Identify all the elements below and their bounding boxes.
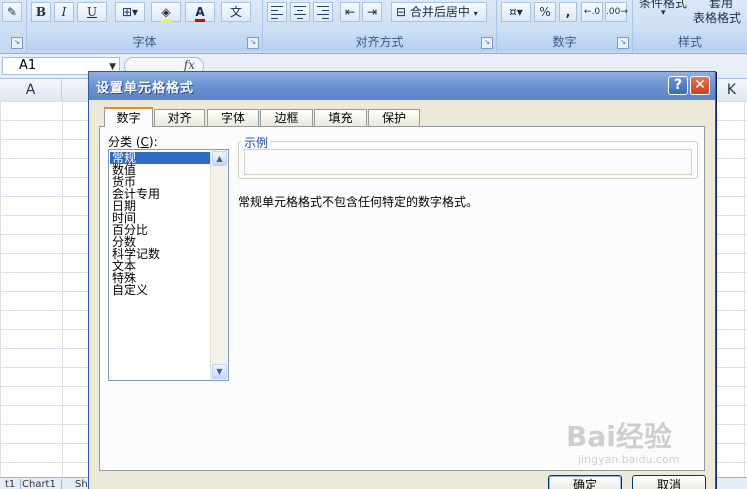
dialog-title: 设置单元格格式 bbox=[96, 81, 195, 96]
close-icon[interactable]: ✕ bbox=[690, 76, 710, 95]
ribbon-group-number: ¤▾ % , ←.0 .00→ 数字 ↘ bbox=[497, 0, 633, 53]
bold-button[interactable]: B bbox=[31, 2, 51, 22]
ribbon-group-alignment: ⇤ ⇥ ⊟ 合并后居中 ▾ 对齐方式 ↘ bbox=[263, 0, 497, 53]
merge-center-button[interactable]: ⊟ 合并后居中 ▾ bbox=[391, 2, 487, 22]
example-preview bbox=[244, 149, 692, 175]
font-launcher-icon[interactable]: ↘ bbox=[247, 37, 259, 49]
decrease-decimal-icon[interactable]: .00→ bbox=[605, 2, 628, 22]
clipboard-launcher-icon[interactable]: ↘ bbox=[11, 37, 23, 49]
tab-border[interactable]: 边框 bbox=[260, 109, 313, 126]
chevron-down-icon[interactable]: ▾ bbox=[661, 8, 666, 18]
category-listbox[interactable]: 常规 数值 货币 会计专用 日期 时间 百分比 分数 科学记数 文本 特殊 自定… bbox=[108, 149, 229, 381]
dialog-titlebar[interactable]: 设置单元格格式 ? ✕ bbox=[89, 72, 715, 100]
phonetic-button[interactable]: 文 bbox=[221, 2, 251, 22]
ribbon-group-styles: 条件格式 ▾ 套用 表格格式 样式 bbox=[633, 0, 747, 53]
tab-protection[interactable]: 保护 bbox=[368, 109, 420, 126]
currency-icon: ¤▾ bbox=[509, 5, 523, 19]
sheet-tab-chart1[interactable]: Chart1 bbox=[17, 479, 62, 489]
increase-decimal-icon[interactable]: ←.0 bbox=[581, 2, 603, 22]
scroll-down-icon[interactable]: ▼ bbox=[212, 364, 227, 379]
category-list: 常规 数值 货币 会计专用 日期 时间 百分比 分数 科学记数 文本 特殊 自定… bbox=[110, 152, 211, 296]
column-header-k[interactable]: K bbox=[716, 79, 747, 101]
fill-color-icon: ◈ bbox=[161, 5, 171, 22]
tab-number[interactable]: 数字 bbox=[104, 107, 153, 127]
ribbon-group-label-font: 字体 bbox=[27, 34, 262, 51]
help-icon[interactable]: ? bbox=[668, 76, 688, 95]
merge-center-label: 合并后居中 bbox=[409, 5, 470, 19]
increase-indent-icon[interactable]: ⇥ bbox=[362, 2, 382, 22]
borders-icon: ⊞▾ bbox=[121, 5, 139, 19]
align-left-icon[interactable] bbox=[267, 2, 287, 22]
column-header-a[interactable]: A bbox=[0, 79, 62, 101]
wen-icon: 文 bbox=[229, 5, 242, 19]
category-scrollbar[interactable]: ▲ ▼ bbox=[210, 150, 228, 380]
format-painter-icon[interactable]: ✎ bbox=[2, 2, 22, 22]
excel-window: ✎ ↘ B I U ⊞▾ ◈ A 文 字体 ↘ ⇤ ⇥ ⊟ 合并后居中 ▾ 对齐… bbox=[0, 0, 747, 489]
accounting-format-button[interactable]: ¤▾ bbox=[501, 2, 531, 22]
comma-button[interactable]: , bbox=[559, 2, 577, 22]
watermark-url: jingyan.baidu.com bbox=[578, 453, 680, 466]
watermark-logo: Bai经验 bbox=[566, 420, 672, 453]
ribbon-group-clipboard: ✎ ↘ bbox=[0, 0, 27, 53]
ok-button[interactable]: 确定 bbox=[548, 475, 622, 489]
tab-font[interactable]: 字体 bbox=[207, 109, 259, 126]
ribbon-group-label-number: 数字 bbox=[497, 34, 632, 51]
align-right-icon[interactable] bbox=[313, 2, 333, 22]
font-color-button[interactable]: A bbox=[185, 2, 215, 22]
fx-icon[interactable]: fx bbox=[184, 58, 195, 72]
borders-button[interactable]: ⊞▾ bbox=[115, 2, 145, 22]
fill-color-button[interactable]: ◈ bbox=[151, 2, 181, 22]
font-color-icon: A bbox=[195, 5, 205, 22]
italic-button[interactable]: I bbox=[54, 2, 74, 22]
ribbon-group-label-alignment: 对齐方式 bbox=[263, 34, 496, 51]
tab-alignment[interactable]: 对齐 bbox=[154, 109, 205, 126]
format-description: 常规单元格格式不包含任何特定的数字格式。 bbox=[238, 195, 479, 209]
underline-button[interactable]: U bbox=[77, 2, 107, 22]
merge-center-icon: ⊟ bbox=[396, 5, 407, 19]
ribbon: ✎ ↘ B I U ⊞▾ ◈ A 文 字体 ↘ ⇤ ⇥ ⊟ 合并后居中 ▾ 对齐… bbox=[0, 0, 747, 54]
tab-fill[interactable]: 填充 bbox=[314, 109, 367, 126]
chevron-down-icon: ▾ bbox=[473, 9, 478, 18]
list-item-custom[interactable]: 自定义 bbox=[110, 284, 211, 296]
example-group: 示例 bbox=[238, 134, 698, 179]
ribbon-group-label-styles: 样式 bbox=[633, 34, 747, 51]
align-center-icon[interactable] bbox=[290, 2, 310, 22]
percent-button[interactable]: % bbox=[534, 2, 556, 22]
number-launcher-icon[interactable]: ↘ bbox=[617, 37, 629, 49]
table-format-label-2[interactable]: 表格格式 bbox=[693, 9, 741, 26]
decrease-indent-icon[interactable]: ⇤ bbox=[340, 2, 360, 22]
alignment-launcher-icon[interactable]: ↘ bbox=[481, 37, 493, 49]
cancel-button[interactable]: 取消 bbox=[632, 475, 706, 489]
ribbon-group-font: B I U ⊞▾ ◈ A 文 字体 ↘ bbox=[27, 0, 263, 53]
baidu-jingyan-watermark: Bai经验 jingyan.baidu.com bbox=[566, 415, 716, 475]
category-label: 分类 (C): bbox=[108, 135, 158, 149]
scroll-up-icon[interactable]: ▲ bbox=[212, 151, 227, 166]
name-box-value: A1 bbox=[19, 58, 37, 73]
